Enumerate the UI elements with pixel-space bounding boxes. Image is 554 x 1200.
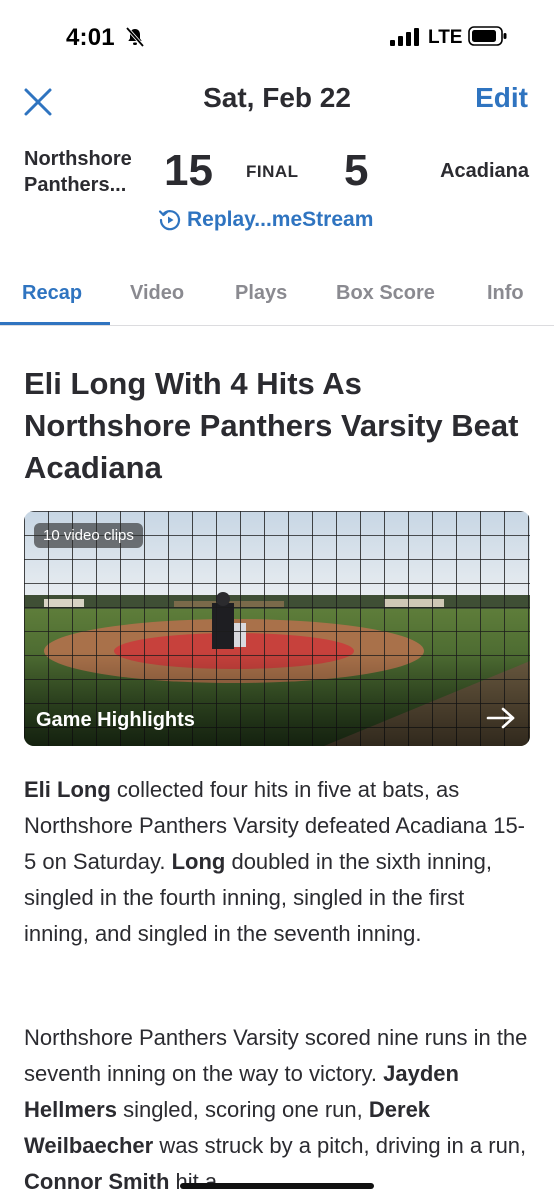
tab-bar: Recap Video Plays Box Score Info — [0, 268, 554, 326]
recap-paragraph-1: Eli Long collected four hits in five at … — [24, 772, 534, 952]
home-indicator[interactable] — [180, 1183, 374, 1189]
game-highlights-video[interactable]: 10 video clips Game Highlights — [24, 511, 530, 746]
replay-icon — [158, 210, 181, 231]
tab-info[interactable]: Info — [487, 282, 524, 305]
away-score: 5 — [344, 146, 369, 195]
paragraph-text: hit a — [169, 1169, 218, 1194]
status-time: 4:01 — [66, 24, 115, 51]
game-status: FINAL — [246, 162, 299, 181]
home-team-line1: Northshore — [24, 148, 132, 170]
video-card-title: Game Highlights — [36, 709, 195, 731]
tab-plays[interactable]: Plays — [235, 282, 287, 305]
tab-video[interactable]: Video — [130, 282, 184, 305]
recap-paragraph-2: Northshore Panthers Varsity scored nine … — [24, 1020, 534, 1200]
away-team-name[interactable]: Acadiana — [440, 160, 529, 183]
bell-muted-icon — [125, 26, 145, 48]
page-title: Sat, Feb 22 — [203, 82, 351, 113]
arrow-right-icon[interactable] — [486, 706, 516, 730]
tab-box-score[interactable]: Box Score — [336, 282, 435, 305]
player-name: Connor Smith — [24, 1169, 170, 1194]
replay-stream-link[interactable]: Replay...meStream — [158, 208, 373, 232]
status-bar: 4:01 LTE — [0, 0, 554, 72]
edit-button[interactable]: Edit — [475, 82, 528, 114]
replay-label: Replay...meStream — [187, 208, 374, 231]
player-name: Eli Long — [24, 777, 111, 802]
paragraph-text: singled, scoring one run, — [116, 1097, 369, 1122]
paragraph-text: was struck by a pitch, driving in a run, — [153, 1133, 527, 1158]
home-score: 15 — [164, 146, 213, 195]
tab-recap[interactable]: Recap — [22, 282, 82, 305]
video-clips-badge: 10 video clips — [34, 523, 143, 548]
article-headline: Eli Long With 4 Hits As Northshore Panth… — [24, 366, 519, 485]
player-name: Long — [171, 849, 226, 874]
active-tab-indicator — [0, 322, 110, 325]
network-type: LTE — [428, 27, 463, 48]
home-team-name[interactable]: Northshore Panthers... — [24, 146, 164, 198]
battery-icon — [468, 26, 507, 46]
cellular-signal-icon — [390, 28, 419, 46]
home-team-line2: Panthers... — [24, 174, 127, 196]
